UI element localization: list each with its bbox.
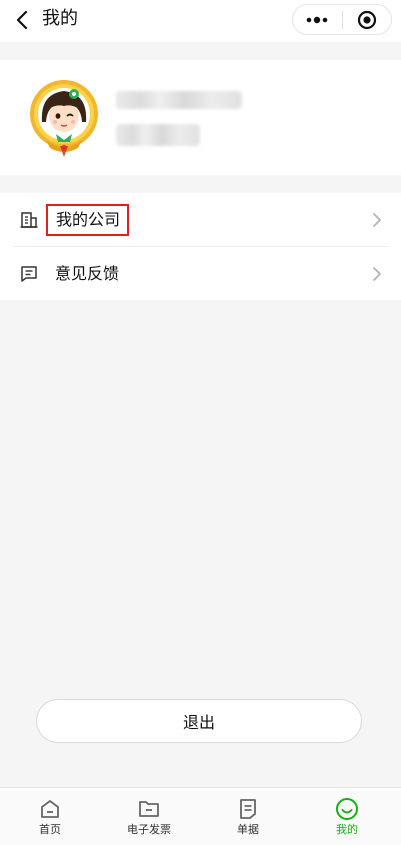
logout-button[interactable]: 退出 (36, 699, 362, 743)
tab-label: 首页 (39, 823, 61, 836)
tab-bar: 首页 电子发票 单据 我的 (0, 787, 401, 845)
tab-label: 我的 (336, 823, 358, 836)
avatar[interactable] (26, 78, 102, 158)
chevron-right-icon (371, 211, 383, 229)
document-icon (236, 797, 260, 821)
username-blurred (116, 91, 242, 109)
menu-list: 我的公司 意见反馈 (0, 193, 401, 300)
user-info-blurred (116, 124, 200, 146)
back-button[interactable] (10, 6, 34, 34)
tab-mine[interactable]: 我的 (297, 788, 397, 845)
avatar-badge-icon (30, 80, 98, 157)
menu-item-label: 我的公司 (46, 203, 130, 236)
nav-header: 我的 (0, 0, 401, 42)
page-title: 我的 (42, 8, 78, 29)
smile-icon (335, 797, 359, 821)
mini-program-capsule (292, 4, 392, 35)
more-dots-icon (306, 16, 328, 23)
tab-documents[interactable]: 单据 (198, 788, 298, 845)
profile-card (0, 60, 401, 175)
more-button[interactable] (293, 5, 342, 34)
building-icon (18, 209, 40, 231)
tab-e-invoice[interactable]: 电子发票 (99, 788, 199, 845)
menu-item-my-company[interactable]: 我的公司 (0, 193, 401, 246)
menu-item-feedback[interactable]: 意见反馈 (0, 247, 401, 300)
menu-item-label: 意见反馈 (55, 263, 120, 283)
feedback-icon (18, 263, 40, 285)
tab-label: 电子发票 (127, 823, 171, 836)
home-icon (38, 797, 62, 821)
close-button[interactable] (342, 5, 391, 34)
chevron-left-icon (16, 10, 28, 30)
tab-label: 单据 (237, 823, 259, 836)
folder-icon (137, 797, 161, 821)
tab-home[interactable]: 首页 (0, 788, 100, 845)
target-close-icon (357, 10, 376, 29)
chevron-right-icon (371, 265, 383, 283)
